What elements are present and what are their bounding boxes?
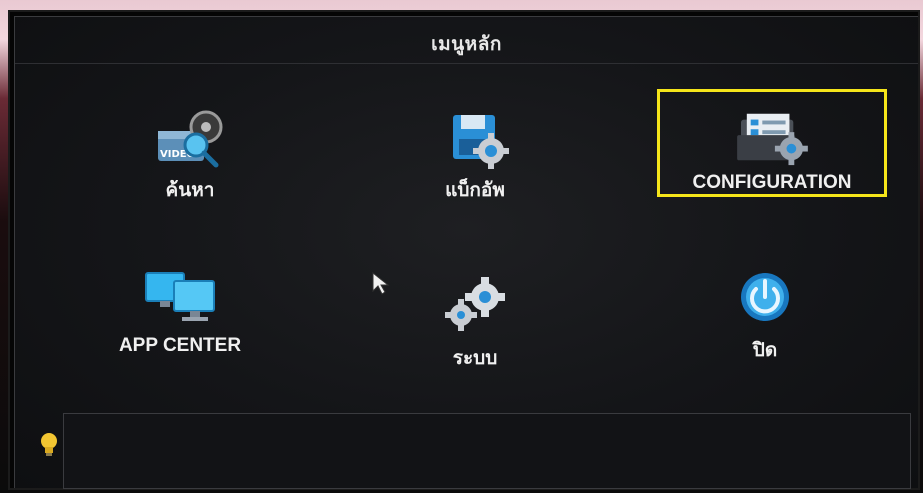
lightbulb-icon (41, 433, 57, 456)
menu-item-search-label: ค้นหา (165, 180, 215, 201)
power-icon (741, 273, 789, 321)
menu-item-app-center[interactable]: APP CENTER (65, 267, 295, 375)
mouse-pointer-icon (372, 271, 390, 295)
folder-settings-icon (737, 113, 808, 166)
menu-item-shutdown-label: ปิด (752, 340, 778, 361)
menu-item-shutdown[interactable]: ปิด (650, 267, 880, 375)
monitor-frame: เมนูหลัก VIDEO ค้นหา แบ็กอัพ CONFIGURATI… (8, 10, 920, 490)
main-menu-screen: เมนูหลัก VIDEO ค้นหา แบ็กอัพ CONFIGURATI… (14, 16, 918, 489)
menu-item-search[interactable]: VIDEO ค้นหา (75, 107, 305, 215)
menu-item-configuration-label: CONFIGURATION (692, 172, 852, 193)
menu-item-backup-label: แบ็กอัพ (445, 180, 505, 201)
menu-item-system[interactable]: ระบบ (360, 275, 590, 383)
video-search-icon: VIDEO (158, 110, 223, 168)
backup-gear-icon (453, 115, 509, 169)
monitors-icon (145, 272, 215, 321)
gears-icon (445, 277, 505, 331)
menu-item-app-center-label: APP CENTER (118, 335, 242, 356)
hint-message-bar (63, 413, 911, 489)
menu-title: เมนูหลัก (431, 33, 502, 55)
menu-item-system-label: ระบบ (452, 348, 498, 369)
menu-item-configuration[interactable]: CONFIGURATION (657, 89, 887, 197)
title-divider (15, 63, 918, 64)
menu-item-backup[interactable]: แบ็กอัพ (360, 107, 590, 215)
